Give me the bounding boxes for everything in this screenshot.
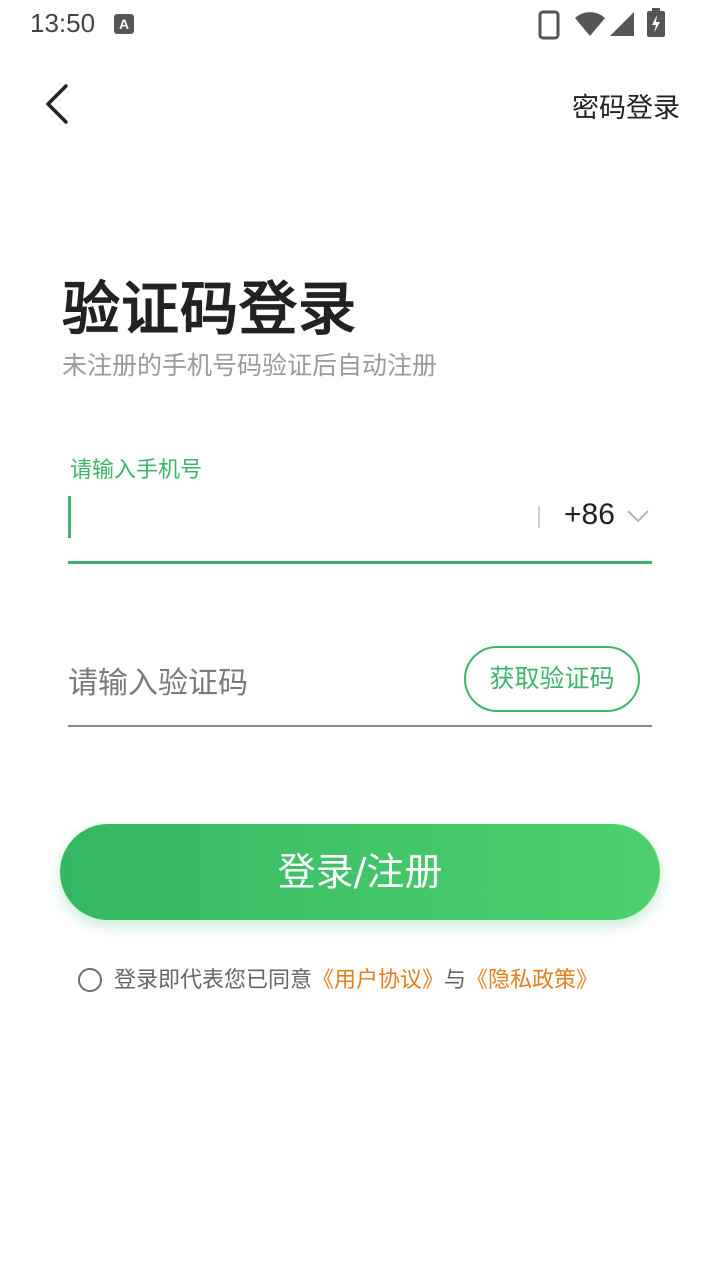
- phone-field-underline: [68, 561, 652, 564]
- password-login-link[interactable]: 密码登录: [572, 86, 680, 125]
- user-agreement-link[interactable]: 《用户协议》: [312, 968, 444, 993]
- login-screen: 13:50 A 密码登录 验证码登录 未注册的手机号码验证后自动注册 请输入手机…: [0, 0, 720, 1280]
- code-field-underline: [68, 725, 652, 727]
- get-code-button[interactable]: 获取验证码: [464, 646, 640, 712]
- page-title: 验证码登录: [62, 275, 358, 343]
- country-code-divider: [538, 506, 540, 528]
- phone-field-label: 请输入手机号: [70, 458, 203, 483]
- phone-input[interactable]: [78, 490, 518, 546]
- status-bar: 13:50 A: [0, 0, 720, 48]
- agreement-connector: 与: [444, 968, 467, 993]
- text-cursor: [68, 496, 71, 538]
- battery-charging-icon: [647, 8, 665, 37]
- wifi-icon: [575, 12, 605, 36]
- country-code-select[interactable]: +86: [564, 498, 615, 532]
- agreement-prefix: 登录即代表您已同意: [114, 968, 313, 993]
- phone-icon: [538, 10, 560, 40]
- status-time: 13:50: [30, 8, 96, 38]
- agreement-checkbox[interactable]: [78, 968, 102, 992]
- page-subtitle: 未注册的手机号码验证后自动注册: [62, 351, 438, 380]
- back-button[interactable]: [36, 80, 84, 128]
- chevron-left-icon: [46, 84, 68, 124]
- verification-code-input[interactable]: [68, 660, 448, 708]
- privacy-policy-link[interactable]: 《隐私政策》: [466, 968, 598, 993]
- login-register-button[interactable]: 登录/注册: [60, 824, 660, 920]
- chevron-down-icon[interactable]: [626, 508, 650, 524]
- signal-icon: [610, 12, 634, 36]
- agreement-text: 登录即代表您已同意《用户协议》与《隐私政策》: [114, 966, 598, 996]
- notification-a-icon: A: [114, 14, 134, 34]
- phone-field: +86: [68, 490, 652, 566]
- code-field: 获取验证码: [68, 640, 652, 730]
